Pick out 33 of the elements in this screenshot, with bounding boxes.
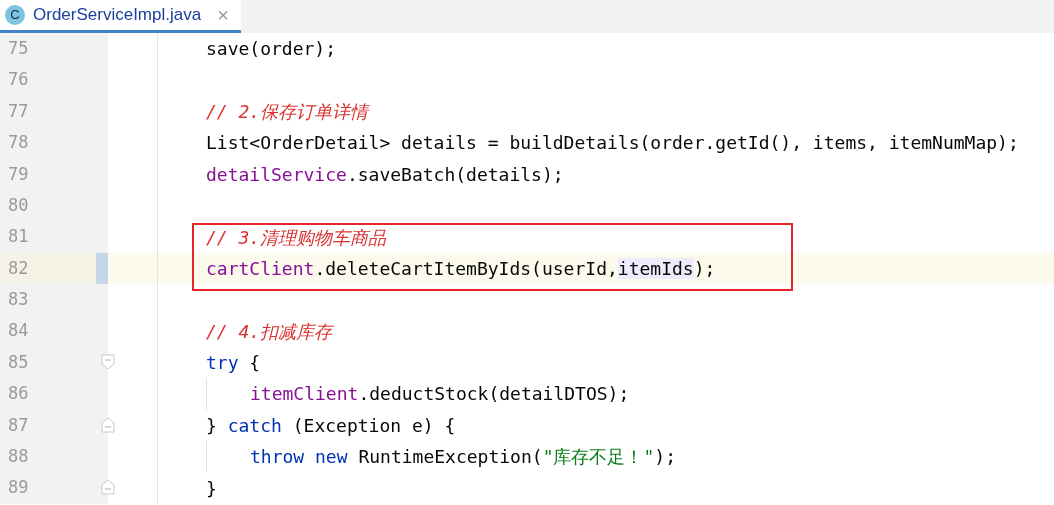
fold-icon[interactable] xyxy=(101,353,115,370)
editor-tab[interactable]: C OrderServiceImpl.java × xyxy=(0,0,241,33)
line-number: 76 xyxy=(8,68,29,92)
code-comment: // 4.扣减库存 xyxy=(206,319,333,344)
line-number: 85 xyxy=(8,350,29,374)
line-number: 83 xyxy=(8,288,29,312)
line-number: 75 xyxy=(8,36,29,60)
code-line: List<OrderDetail> details = buildDetails(order.getId(), items, itemNumMap); xyxy=(206,131,1019,156)
line-number: 88 xyxy=(8,445,29,468)
code-comment: // 3.清理购物车商品 xyxy=(206,225,387,250)
code-comment: // 2.保存订单详情 xyxy=(206,99,369,124)
change-marker xyxy=(96,252,108,285)
line-number: 80 xyxy=(8,193,29,217)
line-number: 82 xyxy=(8,256,29,280)
code-line: save(order); xyxy=(206,37,337,62)
line-number: 78 xyxy=(8,131,29,155)
code-line: itemClient.deductStock(detailDTOS); xyxy=(250,382,630,407)
line-number: 87 xyxy=(8,413,29,437)
code-line: detailService.saveBatch(details); xyxy=(206,162,564,187)
tab-title: OrderServiceImpl.java xyxy=(33,4,202,27)
code-line: cartClient.deleteCartItemByIds(userId,itemIds); xyxy=(206,256,716,281)
code-line: } catch (Exception e) { xyxy=(206,413,456,438)
code-line: } xyxy=(206,476,217,501)
line-number: 84 xyxy=(8,319,29,343)
code-line: try { xyxy=(206,351,261,376)
class-icon: C xyxy=(5,5,25,25)
line-number: 89 xyxy=(8,476,29,500)
line-number: 79 xyxy=(8,162,29,186)
line-number: 86 xyxy=(8,382,29,406)
line-number: 81 xyxy=(8,225,29,249)
fold-icon[interactable] xyxy=(101,479,115,496)
code-line: throw new RuntimeException("库存不足！"); xyxy=(250,445,676,470)
line-number: 77 xyxy=(8,99,29,123)
